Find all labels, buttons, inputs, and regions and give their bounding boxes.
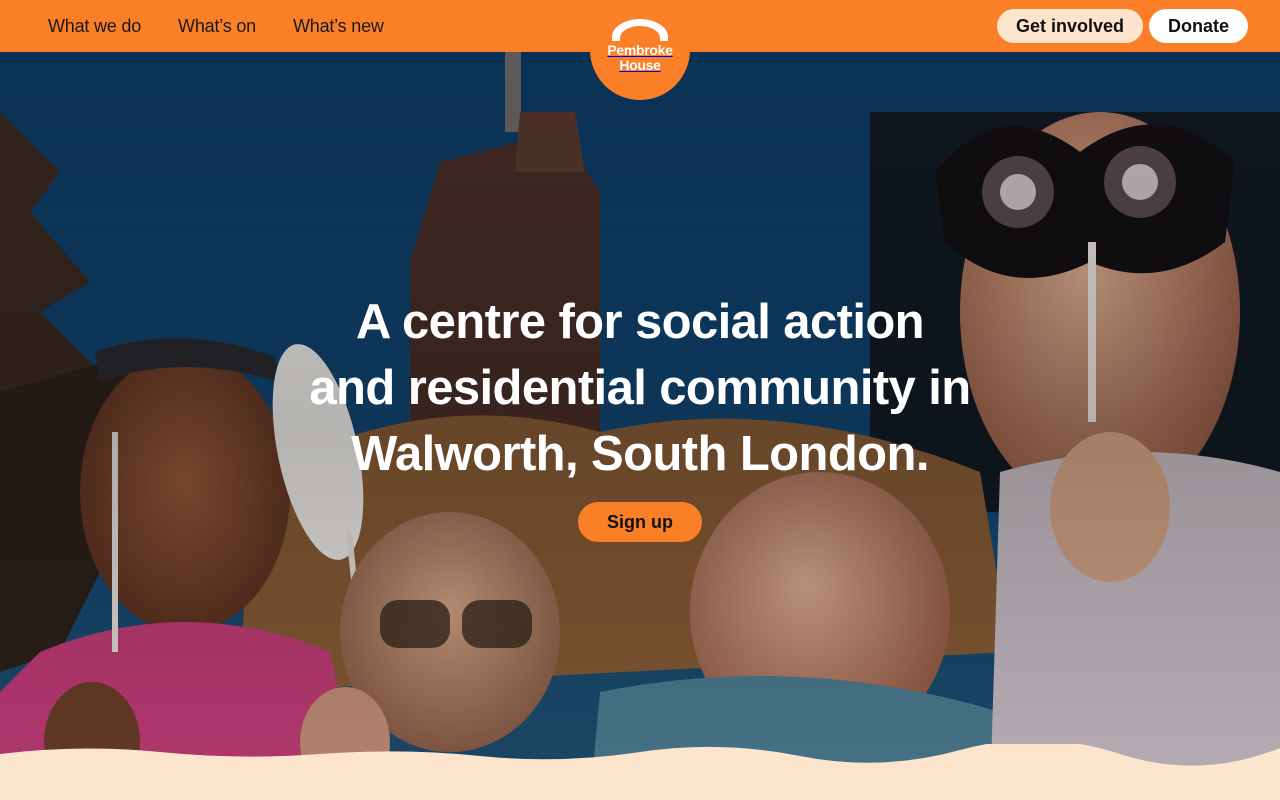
headline-line-2: and residential community in (309, 361, 971, 415)
logo-line-1: Pembroke (607, 42, 673, 58)
wave-divider (0, 744, 1280, 800)
header-actions: Get involved Donate (996, 9, 1248, 43)
nav-whats-on[interactable]: What’s on (178, 16, 256, 37)
hero-headline: A centre for social action and residenti… (0, 289, 1280, 487)
hero-section: A centre for social action and residenti… (0, 52, 1280, 800)
pembroke-house-logo[interactable]: Pembroke House (590, 0, 690, 100)
logo-line-2: House (619, 57, 661, 73)
nav-whats-new[interactable]: What’s new (293, 16, 384, 37)
arch-icon (612, 19, 668, 41)
donate-button[interactable]: Donate (1148, 9, 1248, 43)
logo-text: Pembroke House (607, 42, 673, 73)
headline-line-3: Walworth, South London. (351, 427, 929, 481)
get-involved-button[interactable]: Get involved (996, 9, 1143, 43)
sign-up-button[interactable]: Sign up (578, 502, 702, 542)
headline-line-1: A centre for social action (355, 295, 925, 349)
nav-what-we-do[interactable]: What we do (48, 16, 141, 37)
main-nav: What we do What’s on What’s new (48, 0, 384, 52)
